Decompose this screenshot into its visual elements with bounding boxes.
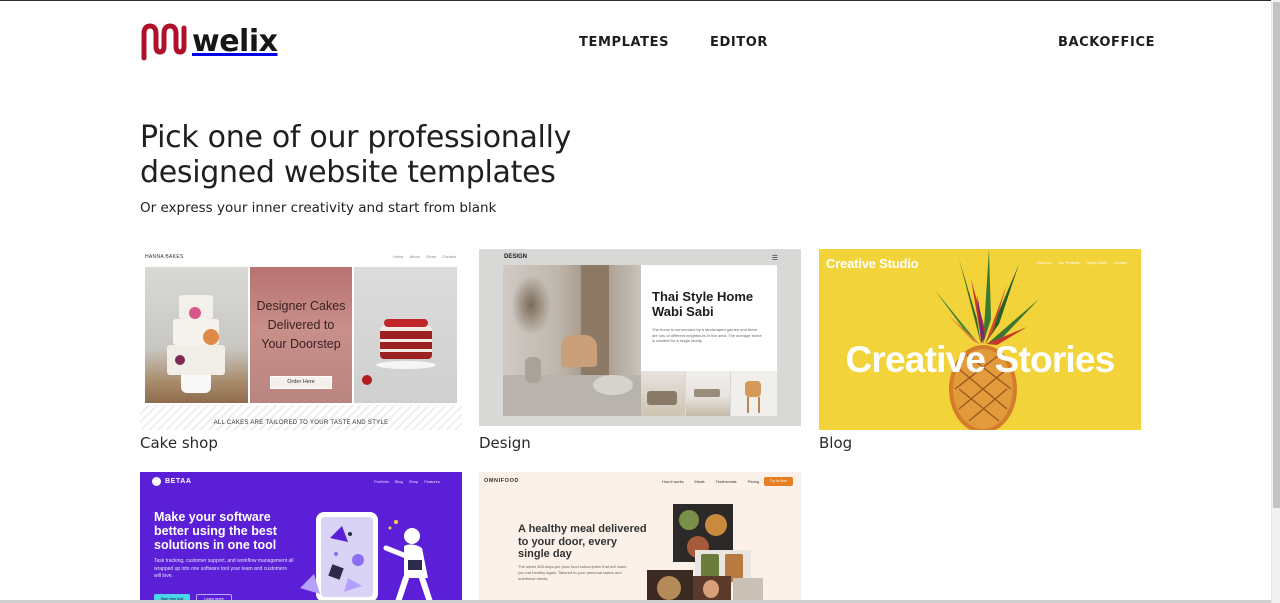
template-thumbnail[interactable]: DESIGN ☰ Thai Style Home Wabi Sabi The h…: [479, 249, 801, 430]
template-thumbnail[interactable]: OMNIFOOD How it works Meals Testimonials…: [479, 472, 801, 603]
preview-nav-item: Home: [392, 254, 404, 259]
preview-brand: DESIGN: [504, 254, 528, 260]
preview-nav: About us Our Projects Single Story Conta…: [1036, 261, 1127, 265]
preview-nav-item: Single Story: [1086, 261, 1107, 265]
preview-nav-item: Our Projects: [1058, 261, 1080, 265]
preview-nav-item: Order: [425, 254, 437, 259]
template-card-software[interactable]: BETAA Portfolio Blog Shop Features Make …: [140, 472, 462, 603]
preview-brand: BETAA: [165, 478, 192, 485]
scrollbar-thumb[interactable]: [1273, 2, 1280, 508]
brand-logo[interactable]: welix: [140, 22, 278, 62]
preview-headline: Creative Stories: [845, 339, 1116, 380]
preview-nav-item: How it works: [662, 480, 684, 484]
cake-photo-right: [354, 267, 457, 403]
design-thumb-3: [731, 371, 777, 416]
hamburger-menu-icon: ☰: [771, 255, 778, 262]
preview-headline: Thai Style Home Wabi Sabi: [652, 289, 754, 319]
site-header: welix TEMPLATES EDITOR BACKOFFICE: [140, 18, 1154, 68]
cake-photo-center: Designer Cakes Delivered to Your Doorste…: [250, 267, 352, 403]
preview-nav: Portfolio Blog Shop Features: [374, 479, 440, 484]
preview-logo: BETAA: [152, 477, 192, 486]
nav-templates[interactable]: TEMPLATES: [579, 35, 669, 50]
preview-brand: HANNA BAKES: [145, 254, 184, 260]
template-card-design[interactable]: DESIGN ☰ Thai Style Home Wabi Sabi The h…: [479, 249, 801, 452]
template-label: Blog: [819, 434, 853, 452]
template-label: Cake shop: [140, 434, 218, 452]
preview-nav-item: Contact: [442, 254, 456, 259]
preview-headline: A healthy meal delivered to your door, e…: [518, 523, 647, 560]
template-thumbnail[interactable]: BETAA Portfolio Blog Shop Features Make …: [140, 472, 462, 603]
page-scrollbar[interactable]: [1271, 0, 1280, 603]
preview-nav-item: Shop: [408, 479, 419, 484]
preview-nav-item: About: [409, 254, 420, 259]
window-top-border: [0, 0, 1280, 1]
preview-nav-item: Contact: [1113, 261, 1127, 265]
preview-nav: How it works Meals Testimonials Pricing: [662, 480, 759, 484]
preview-nav: Home About Order Contact: [393, 254, 456, 259]
preview-brand: Creative Studio: [826, 256, 919, 271]
design-photo: [503, 265, 641, 416]
tablet-illustration: [300, 512, 433, 603]
betaa-logo-icon: [152, 477, 161, 486]
template-card-omnifood[interactable]: OMNIFOOD How it works Meals Testimonials…: [479, 472, 801, 603]
template-thumbnail[interactable]: HANNA BAKES Home About Order Contact Des…: [140, 249, 462, 430]
template-thumbnail[interactable]: Creative Studio About us Our Projects Si…: [819, 249, 1141, 430]
preview-nav-item: Portfolio: [374, 479, 389, 484]
preview-body: The smart 365-days-per-year food subscri…: [518, 564, 627, 581]
template-label: Design: [479, 434, 531, 452]
page-subtitle: Or express your inner creativity and sta…: [140, 200, 497, 216]
page-title: Pick one of our professionally designed …: [140, 120, 572, 190]
preview-cta-button: Try for free: [764, 477, 793, 486]
preview-nav-item: Features: [424, 479, 440, 484]
preview-body: The home is surrounded by a landscaped g…: [652, 327, 762, 343]
nav-editor[interactable]: EDITOR: [710, 35, 768, 50]
design-text-panel: Thai Style Home Wabi Sabi The home is su…: [641, 265, 777, 371]
brand-name: welix: [192, 24, 278, 59]
preview-headline: Make your software better using the best…: [154, 510, 277, 552]
preview-order-button: Order Here: [270, 376, 332, 389]
preview-nav-item: Blog: [394, 479, 403, 484]
nav-backoffice[interactable]: BACKOFFICE: [1058, 35, 1155, 50]
preview-brand: OMNIFOOD: [484, 478, 520, 484]
cake-photo-left: [145, 267, 248, 403]
template-card-blog[interactable]: Creative Studio About us Our Projects Si…: [819, 249, 1141, 452]
design-thumb-1: [641, 371, 685, 416]
preview-footer-band: [140, 405, 462, 430]
preview-body: Task tracking, customer support, and wor…: [154, 558, 294, 579]
thumb-bottom-gap: [479, 426, 801, 430]
preview-footer-text: ALL CAKES ARE TAILORED TO YOUR TASTE AND…: [213, 420, 389, 426]
preview-nav-item: Meals: [694, 480, 705, 484]
welix-logo-icon: [141, 23, 187, 61]
preview-nav-item: Pricing: [747, 480, 760, 484]
preview-nav-item: Testimonials: [715, 480, 737, 484]
design-thumb-2: [686, 371, 730, 416]
template-card-cake-shop[interactable]: HANNA BAKES Home About Order Contact Des…: [140, 249, 462, 452]
preview-headline: Designer Cakes Delivered to Your Doorste…: [256, 299, 346, 351]
